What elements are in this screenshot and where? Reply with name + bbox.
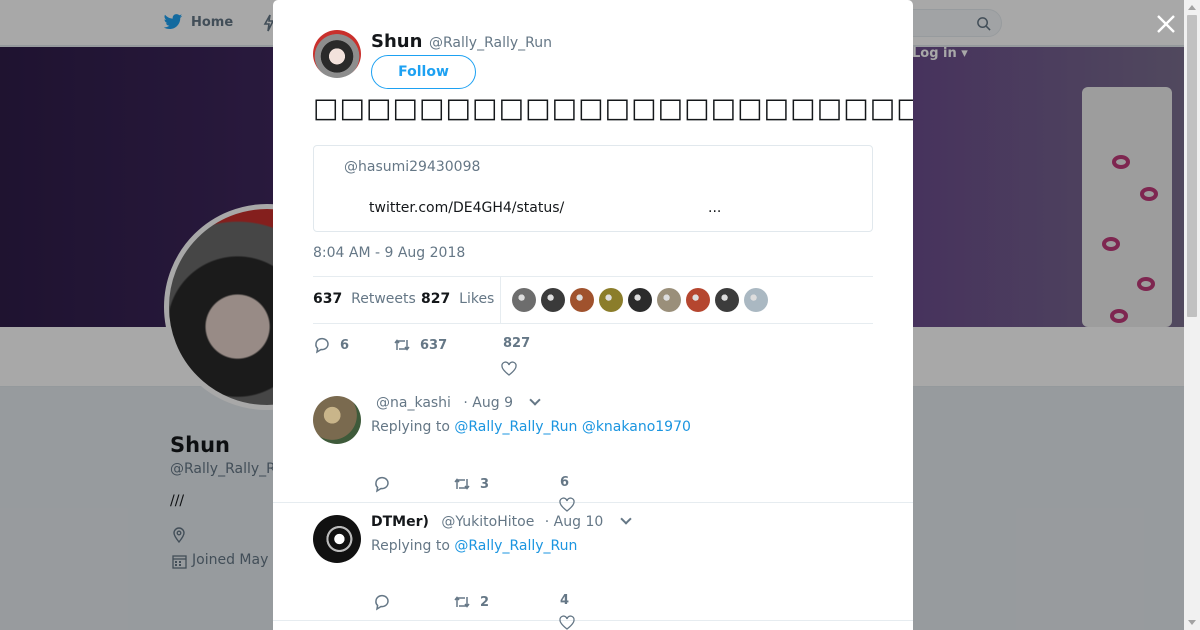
- quoted-tweet-link[interactable]: twitter.com/DE4GH4/status/: [369, 200, 564, 216]
- liker-avatar[interactable]: [657, 288, 681, 312]
- replying-to-link[interactable]: @knakano1970: [582, 419, 691, 435]
- heart-icon[interactable]: [501, 361, 517, 377]
- liker-avatar[interactable]: [570, 288, 594, 312]
- replying-to-label: Replying to: [371, 538, 450, 554]
- like-count: 6: [560, 475, 570, 490]
- liker-avatar[interactable]: [541, 288, 565, 312]
- reply-actions: 3 6: [373, 475, 673, 495]
- reply-time[interactable]: · Aug 9: [463, 395, 513, 411]
- tweet-author-handle[interactable]: @Rally_Rally_Run: [429, 35, 552, 51]
- scroll-up-arrow[interactable]: [1188, 5, 1196, 10]
- retweet-count: 3: [480, 476, 490, 492]
- like-action[interactable]: 827: [503, 336, 530, 351]
- tweet-actions: 6 637 827: [313, 336, 873, 356]
- retweet-action[interactable]: 3: [453, 475, 489, 493]
- replying-to-link[interactable]: @Rally_Rally_Run: [454, 538, 577, 554]
- reply-actions: 2 4: [373, 593, 673, 613]
- stats-divider: [500, 277, 501, 323]
- reply-action[interactable]: [373, 593, 400, 611]
- reply-avatar[interactable]: [313, 396, 361, 444]
- follow-button[interactable]: Follow: [371, 55, 476, 89]
- liker-avatar[interactable]: [715, 288, 739, 312]
- retweet-icon: [454, 478, 470, 490]
- reply-count: 6: [340, 337, 350, 353]
- heart-icon[interactable]: [559, 615, 575, 630]
- replying-to-link[interactable]: @Rally_Rally_Run: [454, 419, 577, 435]
- chevron-down-icon[interactable]: [620, 513, 632, 525]
- reply-action[interactable]: [373, 475, 400, 493]
- likers-avatars: [512, 288, 768, 312]
- replying-to: Replying to @Rally_Rally_Run @knakano197…: [371, 419, 691, 435]
- tweet-text: □□□□□□□□□□□□□□□□□□□□□□□: [313, 93, 913, 124]
- retweet-action[interactable]: 637: [393, 336, 447, 354]
- retweet-count: 637: [420, 337, 448, 353]
- like-action[interactable]: 4: [560, 593, 569, 608]
- tweet-modal: Shun @Rally_Rally_Run Follow □□□□□□□□□□□…: [273, 0, 913, 630]
- scrollbar-thumb[interactable]: [1187, 15, 1197, 317]
- retweet-icon: [394, 339, 410, 351]
- retweet-action[interactable]: 2: [453, 593, 489, 611]
- scroll-down-arrow[interactable]: [1188, 620, 1196, 625]
- like-action[interactable]: 6: [560, 475, 569, 490]
- reply-icon: [375, 476, 389, 493]
- retweets-stat[interactable]: 637 Retweets: [313, 291, 416, 307]
- retweet-count: 2: [480, 594, 490, 610]
- reply-tweet[interactable]: @na_kashi · Aug 9 Replying to @Rally_Ral…: [273, 380, 913, 512]
- reply-display-name[interactable]: DTMer): [371, 514, 429, 530]
- reply-header: DTMer) @YukitoHitoe · Aug 10: [371, 513, 632, 530]
- liker-avatar[interactable]: [599, 288, 623, 312]
- retweets-label: Retweets: [351, 291, 416, 307]
- retweet-icon: [454, 596, 470, 608]
- replying-to: Replying to @Rally_Rally_Run: [371, 538, 577, 554]
- replying-to-label: Replying to: [371, 419, 450, 435]
- reply-action[interactable]: 6: [313, 336, 349, 354]
- likes-label: Likes: [459, 291, 495, 307]
- like-count: 4: [560, 593, 570, 608]
- reply-time[interactable]: · Aug 10: [545, 514, 604, 530]
- reply-icon: [375, 594, 389, 611]
- quoted-tweet-handle: @hasumi29430098: [344, 159, 481, 175]
- reply-handle[interactable]: @na_kashi: [376, 395, 451, 411]
- likes-stat[interactable]: 827 Likes: [421, 291, 494, 307]
- liker-avatar[interactable]: [512, 288, 536, 312]
- like-count: 827: [503, 336, 531, 351]
- tweet-author-name[interactable]: Shun: [371, 31, 422, 52]
- tweet-author-avatar[interactable]: [313, 30, 361, 78]
- liker-avatar[interactable]: [686, 288, 710, 312]
- tweet-timestamp[interactable]: 8:04 AM - 9 Aug 2018: [313, 245, 465, 261]
- liker-avatar[interactable]: [744, 288, 768, 312]
- quoted-tweet-card[interactable]: @hasumi29430098 twitter.com/DE4GH4/statu…: [313, 145, 873, 232]
- close-icon[interactable]: [1152, 10, 1180, 38]
- chevron-down-icon[interactable]: [529, 394, 542, 406]
- tweet-stats: 637 Retweets 827 Likes: [313, 276, 873, 324]
- quoted-tweet-ellipsis: ...: [708, 200, 722, 216]
- likes-count: 827: [421, 291, 451, 307]
- retweets-count: 637: [313, 291, 343, 307]
- reply-avatar[interactable]: [313, 515, 361, 563]
- reply-icon: [315, 337, 329, 354]
- reply-handle[interactable]: @YukitoHitoe: [441, 514, 534, 530]
- reply-tweet[interactable]: DTMer) @YukitoHitoe · Aug 10 Replying to…: [273, 503, 913, 630]
- page-scrollbar[interactable]: [1184, 0, 1200, 630]
- liker-avatar[interactable]: [628, 288, 652, 312]
- reply-header: @na_kashi · Aug 9: [371, 394, 542, 411]
